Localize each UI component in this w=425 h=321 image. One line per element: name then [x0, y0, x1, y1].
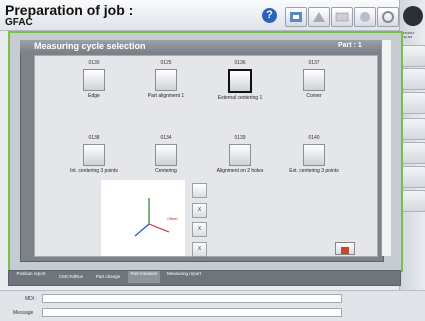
cycle-preview: Offset [101, 180, 185, 256]
edge-icon [83, 69, 105, 91]
cycle-label: Centering [155, 168, 177, 174]
job-name: GFAC [5, 17, 33, 28]
cycle-label: Edge [88, 93, 100, 99]
probe-icon [360, 12, 370, 22]
window-icon [335, 12, 349, 22]
offset-label: Offset [167, 216, 178, 221]
toolbar-button-3[interactable] [331, 7, 353, 27]
cycle-code: 0136 [234, 60, 246, 66]
cycle-label: Part alignment 1 [147, 93, 185, 99]
toolbar-button-1[interactable] [285, 7, 307, 27]
mdi-label: MDI : [25, 296, 37, 302]
right-panel-button-5[interactable] [402, 142, 425, 164]
cycle-tile-0140[interactable]: 0140 Ext. centering 3 points [284, 135, 344, 187]
cycle-code: 0134 [160, 135, 172, 141]
corner-icon [303, 69, 325, 91]
ext-centering-icon [303, 144, 325, 166]
cycle-code: 0139 [234, 135, 246, 141]
workpiece-icon [290, 12, 302, 22]
softkey-part-measure[interactable]: Part measure [128, 271, 160, 283]
axis-button-4[interactable]: X [192, 242, 207, 257]
int-centering-icon [83, 144, 105, 166]
cycle-code: 0137 [308, 60, 320, 66]
cycle-label: Corner [306, 93, 322, 99]
dialog-title: Measuring cycle selection [34, 41, 146, 51]
toolbar-button-4[interactable] [354, 7, 376, 27]
axis-button-1[interactable] [192, 183, 207, 198]
axis-button-2[interactable]: X [192, 203, 207, 218]
axis-preview-icon: Offset [134, 198, 178, 237]
cycle-tile-0137[interactable]: 0137 Corner [284, 60, 344, 112]
help-button[interactable]: ? [262, 8, 277, 23]
validate-icon [341, 247, 349, 254]
cycle-label: Int. centering 3 points [70, 168, 118, 174]
tool-icon [313, 12, 325, 22]
toolbar-button-2[interactable] [308, 7, 330, 27]
right-panel-button-1[interactable] [402, 45, 425, 67]
cycle-tile-0130[interactable]: 0130 Edge [64, 60, 124, 112]
message-label: Message [13, 310, 34, 316]
toolbar-button-5[interactable] [377, 7, 399, 27]
vertical-scrollbar[interactable] [381, 40, 391, 256]
cycle-tile-0125[interactable]: 0125 Part alignment 1 [136, 60, 196, 112]
softkey-cmctolrun[interactable]: CMCTolRun [53, 271, 89, 283]
message-field [42, 308, 342, 317]
cycle-code: 0138 [88, 135, 100, 141]
right-panel-button-2[interactable] [402, 68, 425, 90]
axis-button-3[interactable]: X [192, 222, 207, 237]
right-panel-button-4[interactable] [402, 118, 425, 140]
mdi-input[interactable] [42, 294, 342, 303]
cycle-label: Ext. centering 3 points [289, 168, 339, 174]
right-panel-button-3[interactable] [402, 92, 425, 114]
cycle-code: 0125 [160, 60, 172, 66]
validate-button[interactable] [335, 242, 355, 255]
part-label: Part : 1 [338, 42, 362, 49]
centering-icon [155, 144, 177, 166]
page-title: Preparation of job : [5, 2, 134, 18]
cycle-code: 0130 [88, 60, 100, 66]
softkey-measuring-report[interactable]: Measuring report [164, 271, 204, 283]
external-centering-icon [228, 69, 252, 93]
logo-icon [403, 6, 423, 26]
cycle-label: External centering 1 [217, 95, 263, 101]
right-panel-button-7[interactable] [402, 190, 425, 212]
cycle-tile-0139[interactable]: 0139 Alignment on 2 holes [210, 135, 270, 187]
softkey-position-report[interactable]: Position report [12, 271, 50, 283]
cycle-label: Alignment on 2 holes [216, 168, 264, 174]
cycle-tile-0136[interactable]: 0136 External centering 1 [210, 60, 270, 112]
two-holes-alignment-icon [229, 144, 251, 166]
part-alignment-icon [155, 69, 177, 91]
softkey-part-change[interactable]: Part change [92, 271, 124, 283]
cycle-code: 0140 [308, 135, 320, 141]
gear-icon [382, 11, 394, 23]
right-panel-button-6[interactable] [402, 166, 425, 188]
